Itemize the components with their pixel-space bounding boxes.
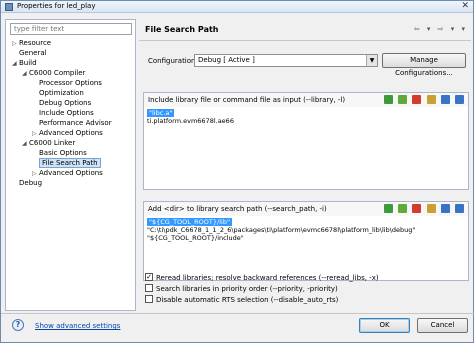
page-header: File Search Path ⇦ ▾ ⇨ ▾ ▾ [139,19,471,41]
page-title: File Search Path [145,25,219,34]
manage-configurations-button[interactable]: Manage Configurations... [382,53,466,77]
close-icon[interactable]: ✕ [461,1,469,11]
nav-buttons: ⇦ ▾ ⇨ ▾ ▾ [409,25,465,33]
configuration-value: Debug [ Active ] [198,56,255,64]
library-files-header: Include library file or command file as … [144,93,468,107]
collapse-arrow-icon[interactable]: ◢ [22,139,29,149]
chevron-down-icon[interactable]: ▼ [366,55,377,66]
tree-item-label: Optimization [39,89,84,97]
search-path-header: Add <dir> to library search path (--sear… [144,202,468,216]
tree-item[interactable]: General [12,48,47,58]
tree-item[interactable]: Debug Options [32,98,91,108]
tree-item-label: Debug Options [39,99,92,107]
window-title: Properties for led_play [17,2,96,10]
filter-input[interactable] [10,23,132,35]
move-down-icon[interactable] [455,204,464,213]
add-icon[interactable] [383,95,393,104]
collapse-arrow-icon[interactable]: ◢ [12,59,19,69]
checkbox-box[interactable] [145,295,153,303]
tree-item-label: Advanced Options [39,169,103,177]
tree-item-label: Include Options [39,109,94,117]
configuration-label: Configuration: [148,57,198,65]
tree-item[interactable]: Include Options [32,108,94,118]
checkbox-box[interactable] [145,284,153,292]
forward-dropdown-icon[interactable]: ▾ [451,25,455,33]
forward-arrow-icon[interactable]: ⇨ [438,25,444,33]
collapse-arrow-icon[interactable]: ◢ [22,69,29,79]
checkmark-icon[interactable]: ✓ [145,273,153,281]
checkbox-label: Search libraries in priority order (--pr… [156,285,338,293]
add-workspace-icon[interactable] [398,204,408,213]
tree-item-label: Resource [19,39,52,47]
tree-item-label: File Search Path [39,158,101,168]
move-up-icon[interactable] [440,204,450,213]
add-workspace-icon[interactable] [398,95,408,104]
property-tree-panel: ▷ResourceGeneral◢Build◢C6000 CompilerPro… [5,19,136,311]
tree-item-label: Basic Options [39,149,87,157]
library-toolbar [381,95,464,105]
delete-icon[interactable] [412,204,422,213]
tree-item[interactable]: File Search Path [32,158,101,168]
search-path-group: Add <dir> to library search path (--sear… [143,201,469,281]
library-files-label: Include library file or command file as … [148,96,346,104]
edit-icon[interactable] [426,204,436,213]
move-up-icon[interactable] [440,95,450,104]
option-checkbox[interactable]: ✓ Reread libraries; resolve backward refe… [145,273,379,283]
header-divider [139,40,471,41]
delete-icon[interactable] [412,95,422,104]
list-item[interactable]: "libc.a" [147,109,175,117]
list-item[interactable]: "C:\ti\pdk_C6678_1_1_2_6\packages\ti\pla… [147,226,415,234]
list-item[interactable]: ti.platform.evm6678l.ae66 [147,117,234,125]
tree-item-label: Processor Options [39,79,102,87]
option-checkbox[interactable]: Search libraries in priority order (--pr… [145,284,338,294]
checkbox-label: Reread libraries; resolve backward refer… [156,274,379,282]
option-checkbox[interactable]: Disable automatic RTS selection (--disab… [145,295,339,305]
ok-button[interactable]: OK [359,318,410,333]
tree-item[interactable]: Performance Advisor [32,118,112,128]
tree-item[interactable]: ▷ Resource [12,38,51,48]
tree-item[interactable]: ◢ Build [12,58,37,68]
tree-item[interactable]: Debug [12,178,42,188]
list-item[interactable]: "${CG_TOOL_ROOT}/lib" [147,218,232,226]
title-bar: Properties for led_play ✕ [1,1,473,13]
configuration-select[interactable]: Debug [ Active ] ▼ [194,54,378,67]
tree-item-label: Debug [19,179,43,187]
footer-divider [1,313,474,314]
tree-item-label: Build [19,59,37,67]
tree-item-label: Advanced Options [39,129,103,137]
list-item[interactable]: "${CG_TOOL_ROOT}/include" [147,234,244,242]
tree-item[interactable]: ▷ Advanced Options [32,168,103,178]
properties-window: Properties for led_play ✕ ▷ResourceGener… [0,0,474,343]
settings-panel: File Search Path ⇦ ▾ ⇨ ▾ ▾ Configuration… [139,19,471,311]
tree-item-label: Performance Advisor [39,119,112,127]
app-icon [5,3,13,11]
checkbox-label: Disable automatic RTS selection (--disab… [156,296,339,304]
tree-item[interactable]: Processor Options [32,78,102,88]
back-dropdown-icon[interactable]: ▾ [427,25,431,33]
show-advanced-settings-link[interactable]: Show advanced settings [35,322,120,330]
tree-item[interactable]: ◢ C6000 Linker [22,138,75,148]
move-down-icon[interactable] [455,95,464,104]
back-arrow-icon[interactable]: ⇦ [414,25,420,33]
edit-icon[interactable] [426,95,436,104]
tree-item-label: General [19,49,47,57]
tree-item[interactable]: Basic Options [32,148,87,158]
library-files-group: Include library file or command file as … [143,92,469,190]
search-path-toolbar [381,204,464,214]
tree-item-label: C6000 Compiler [29,69,86,77]
add-icon[interactable] [383,204,393,213]
search-path-label: Add <dir> to library search path (--sear… [148,205,327,213]
tree-item[interactable]: Optimization [32,88,84,98]
tree-item[interactable]: ◢ C6000 Compiler [22,68,85,78]
menu-dropdown-icon[interactable]: ▾ [461,25,465,33]
help-icon[interactable]: ? [12,319,24,331]
tree-item[interactable]: ▷ Advanced Options [32,128,103,138]
cancel-button[interactable]: Cancel [417,318,468,333]
tree-item-label: C6000 Linker [29,139,76,147]
